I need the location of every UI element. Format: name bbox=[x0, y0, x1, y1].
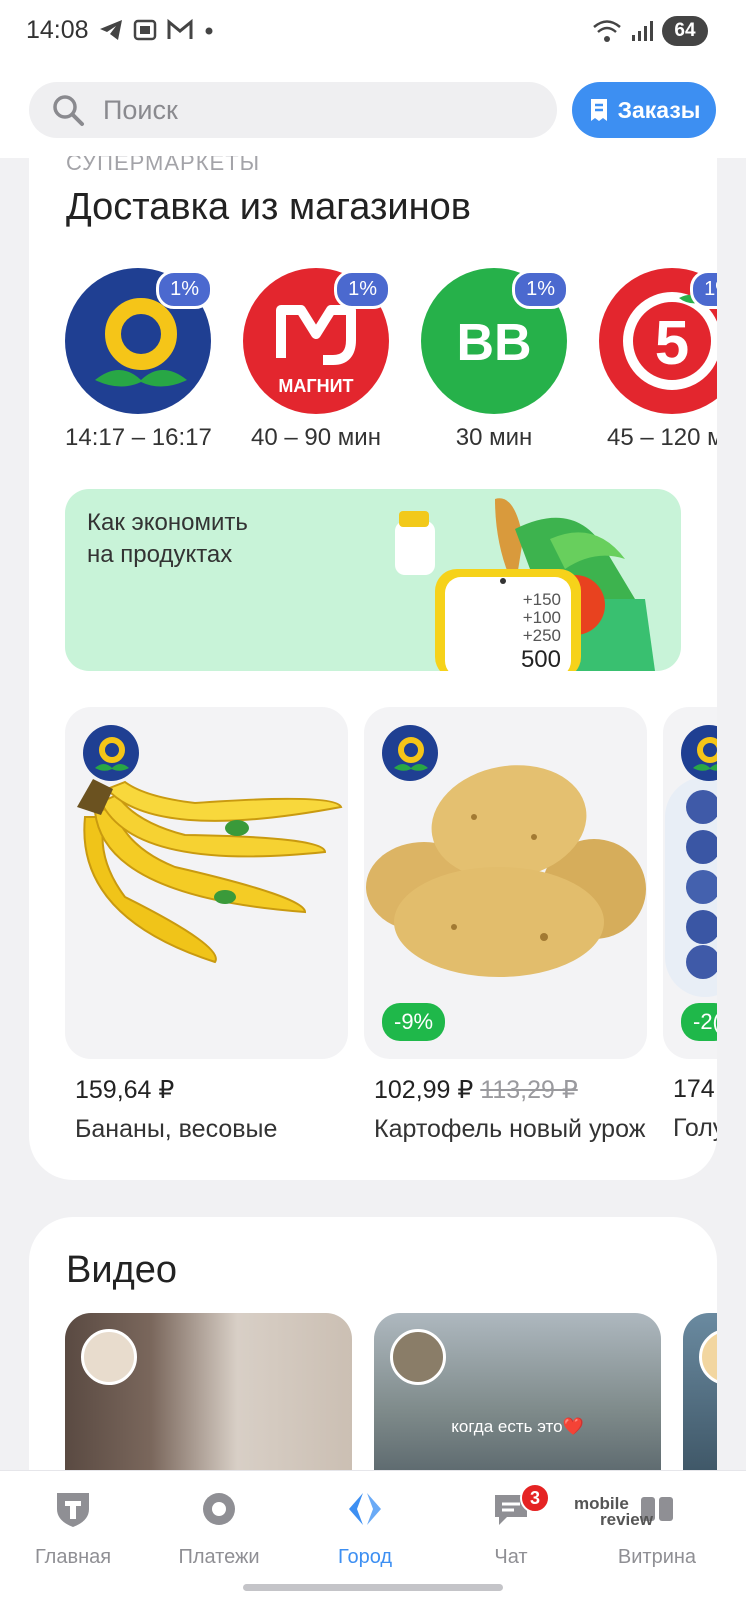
discount-badge: -2( bbox=[681, 1003, 717, 1041]
receipt-total: 500 bbox=[521, 646, 561, 671]
store-eta: 14:17 – 16:17 bbox=[65, 424, 212, 451]
promo-banner[interactable]: Как экономить на продуктах +150 +100 +25… bbox=[65, 489, 681, 671]
battery-indicator: 64 bbox=[662, 16, 708, 46]
product-image-box: -9% bbox=[364, 707, 647, 1059]
current-price: 174, bbox=[673, 1075, 717, 1103]
store-eta: 45 – 120 ми bbox=[607, 424, 717, 451]
search-bar[interactable]: Поиск bbox=[29, 82, 557, 138]
status-bar: 14:08 64 bbox=[0, 0, 746, 62]
cashback-badge: 1% bbox=[690, 270, 717, 309]
stores-carousel: 1% 14:17 – 16:17 МАГНИТ 1% 40 – 90 мин B… bbox=[65, 268, 717, 452]
old-price: 113,29 ₽ bbox=[480, 1076, 578, 1104]
nav-chat[interactable]: 3 Чат bbox=[446, 1483, 576, 1569]
receipt-line-1: +150 bbox=[523, 590, 561, 609]
chat-unread-badge: 3 bbox=[520, 1483, 550, 1513]
nav-label: Чат bbox=[494, 1546, 528, 1568]
receipt-line-2: +100 bbox=[523, 608, 561, 627]
author-avatar bbox=[81, 1329, 137, 1385]
scan-icon bbox=[133, 19, 157, 41]
promo-text: Как экономить на продуктах bbox=[87, 507, 347, 571]
product-name: Голу bbox=[673, 1114, 717, 1142]
section-title[interactable]: Доставка из магазинов bbox=[66, 186, 471, 229]
supermarkets-card: СУПЕРМАРКЕТЫ Доставка из магазинов 1% 14… bbox=[29, 156, 717, 1180]
product-price: 102,99 ₽ 113,29 ₽ bbox=[374, 1075, 647, 1105]
cashback-badge: 1% bbox=[334, 270, 391, 309]
author-avatar bbox=[390, 1329, 446, 1385]
products-carousel: 159,64 ₽ Бананы, весовые -9% 102,99 ₽ 11… bbox=[65, 707, 717, 1144]
current-price: 159,64 ₽ bbox=[75, 1076, 175, 1104]
bottom-navigation: Главная Платежи Город 3 Чат Витрина bbox=[0, 1470, 746, 1600]
more-notifications-dot bbox=[205, 27, 213, 35]
store-mini-logo bbox=[382, 725, 438, 781]
cashback-badge: 1% bbox=[512, 270, 569, 309]
mobile-review-watermark: mobile review bbox=[574, 1495, 653, 1529]
magnit-logo-text: МАГНИТ bbox=[278, 376, 353, 396]
product-image-box bbox=[65, 707, 348, 1059]
store-eta: 40 – 90 мин bbox=[251, 424, 381, 451]
vkusvill-logo-text: BB bbox=[456, 314, 531, 372]
status-time: 14:08 bbox=[26, 16, 89, 44]
gesture-handle[interactable] bbox=[243, 1584, 503, 1591]
orders-button[interactable]: Заказы bbox=[572, 82, 716, 138]
top-header: Поиск Заказы bbox=[0, 62, 746, 158]
store-mini-logo bbox=[681, 725, 717, 781]
payments-icon bbox=[203, 1493, 235, 1525]
nav-home[interactable]: Главная bbox=[8, 1489, 138, 1569]
orders-label: Заказы bbox=[617, 96, 701, 123]
nav-label: Витрина bbox=[617, 1546, 697, 1568]
product-card[interactable]: -2( 174, Голу bbox=[663, 707, 717, 1144]
store-mini-logo bbox=[83, 725, 139, 781]
search-placeholder: Поиск bbox=[103, 94, 178, 125]
grocery-illustration: +150 +100 +250 500 bbox=[395, 498, 655, 671]
nav-label: Город bbox=[337, 1546, 393, 1568]
nav-label: Платежи bbox=[178, 1546, 260, 1568]
telegram-icon bbox=[100, 20, 122, 40]
signal-icon bbox=[632, 21, 653, 41]
store-eta: 30 мин bbox=[455, 424, 533, 451]
watermark-line2: review bbox=[600, 1510, 653, 1529]
current-price: 102,99 ₽ bbox=[374, 1076, 474, 1104]
author-avatar bbox=[699, 1329, 717, 1385]
pyaterochka-logo-text: 5 bbox=[655, 309, 689, 378]
video-caption: когда есть это❤️ bbox=[451, 1417, 584, 1436]
product-price: 174, bbox=[673, 1075, 717, 1104]
product-price: 159,64 ₽ bbox=[75, 1075, 348, 1105]
receipt-icon bbox=[590, 99, 607, 121]
nav-label: Главная bbox=[34, 1546, 112, 1568]
discount-badge: -9% bbox=[382, 1003, 446, 1041]
store-magnit[interactable]: МАГНИТ 1% 40 – 90 мин bbox=[243, 268, 391, 452]
product-card[interactable]: -9% 102,99 ₽ 113,29 ₽ Картофель новый ур… bbox=[364, 707, 647, 1144]
product-card[interactable]: 159,64 ₽ Бананы, весовые bbox=[65, 707, 348, 1144]
product-name: Картофель новый урож bbox=[374, 1115, 646, 1143]
promo-text-line1: Как экономить bbox=[87, 509, 248, 536]
nav-payments[interactable]: Платежи bbox=[154, 1489, 284, 1569]
nav-city[interactable]: Город bbox=[300, 1489, 430, 1569]
product-image-box: -2( bbox=[663, 707, 717, 1059]
city-icon bbox=[349, 1493, 381, 1525]
tbank-icon bbox=[57, 1493, 89, 1527]
promo-text-line2: на продуктах bbox=[87, 541, 233, 568]
wifi-icon bbox=[593, 20, 621, 42]
cashback-badge: 1% bbox=[156, 270, 213, 309]
section-overline: СУПЕРМАРКЕТЫ bbox=[66, 156, 261, 175]
store-vkusvill[interactable]: BB 1% 30 мин bbox=[421, 268, 569, 452]
store-pyaterochka[interactable]: 5 1% 45 – 120 ми bbox=[599, 268, 717, 452]
search-icon bbox=[53, 95, 84, 126]
video-section-title[interactable]: Видео bbox=[66, 1249, 177, 1292]
receipt-line-3: +250 bbox=[523, 626, 561, 645]
gmail-icon bbox=[167, 18, 193, 39]
store-sunflower[interactable]: 1% 14:17 – 16:17 bbox=[65, 268, 213, 452]
product-name: Бананы, весовые bbox=[75, 1115, 278, 1143]
